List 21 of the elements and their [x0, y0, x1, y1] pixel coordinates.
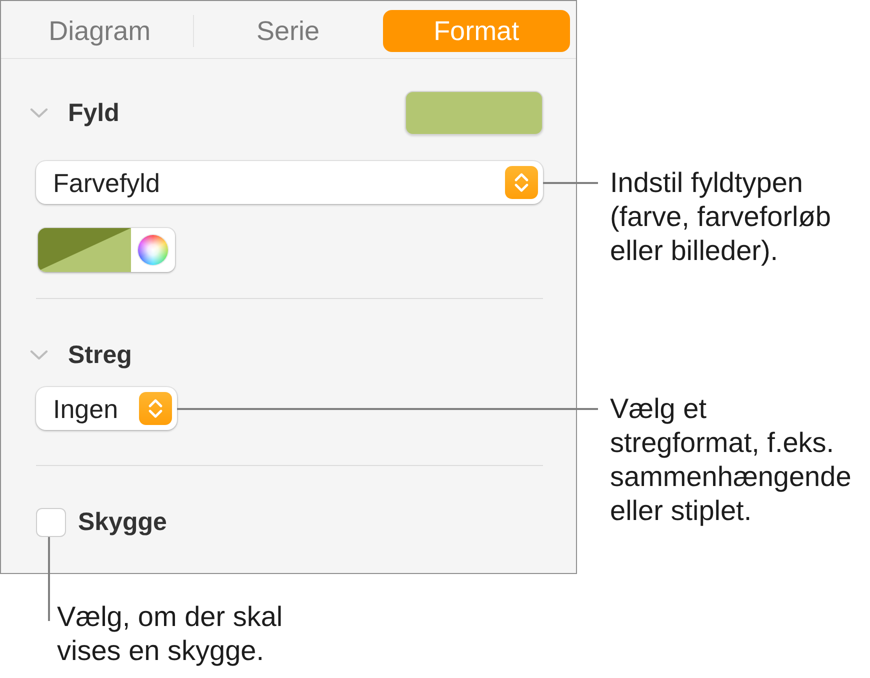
fill-type-popup[interactable]: Farvefyld: [36, 161, 543, 204]
fill-color-button[interactable]: [405, 91, 543, 135]
up-down-arrows-icon: [505, 166, 538, 199]
color-swatch-icon: [38, 228, 131, 272]
up-down-arrows-icon: [139, 392, 172, 425]
section-title: Fyld: [68, 100, 120, 126]
stroke-style-popup[interactable]: Ingen: [36, 387, 177, 430]
callout-text: Indstil fyldtypen (farve, farveforløb eller billeder).: [610, 166, 831, 268]
shadow-label: Skygge: [78, 510, 167, 535]
callout-text: Vælg, om der skal vises en skygge.: [57, 600, 283, 668]
color-wheel-icon: [138, 235, 168, 265]
section-title: Streg: [68, 342, 132, 368]
tab[interactable]: Serie: [194, 10, 382, 52]
color-well-button[interactable]: [38, 228, 175, 272]
leader-line: [543, 182, 598, 184]
chevron-icon[interactable]: [30, 350, 48, 360]
tab[interactable]: Diagram: [6, 10, 194, 52]
shadow-checkbox[interactable]: [36, 508, 66, 537]
chevron-icon[interactable]: [30, 108, 48, 118]
tab[interactable]: Format: [382, 10, 570, 52]
callout-text: Vælg et stregformat, f.eks. sammenhængende eller stiplet.: [610, 392, 852, 528]
